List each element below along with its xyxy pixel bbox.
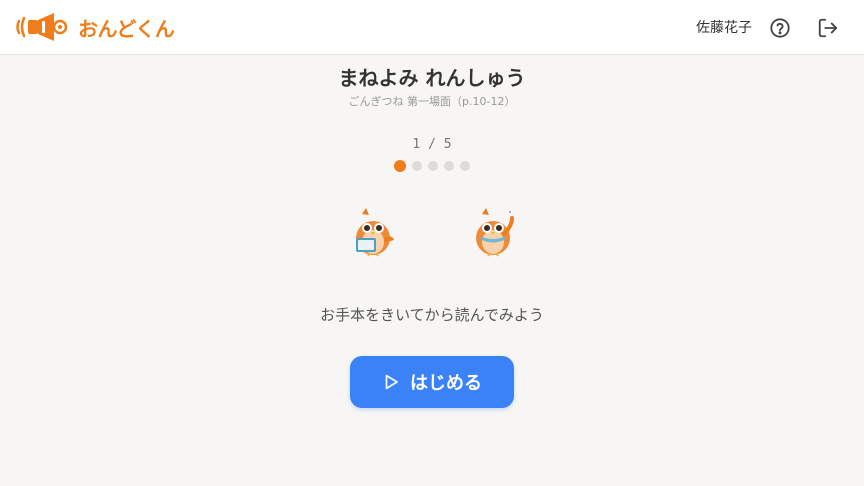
logo-text: おんどくん (78, 16, 175, 41)
speaker-logo-icon (16, 13, 68, 41)
logout-icon (818, 18, 838, 38)
progress-dot (460, 161, 470, 171)
progress-dot (412, 161, 422, 171)
reading-bird-mascot (356, 208, 394, 257)
start-button-label: はじめる (410, 373, 482, 394)
progress-dot (394, 160, 406, 172)
lesson-panel: まねよみ れんしゅう ごんぎつね 第一場面（p.10-12） 1 / 5 お手本… (0, 56, 864, 486)
listening-bird-mascot (476, 208, 514, 257)
progress-dot (428, 161, 438, 171)
progress-counter: 1 / 5 (412, 137, 452, 152)
instruction-text: お手本をきいてから読んでみよう (320, 306, 544, 324)
play-icon (382, 373, 400, 391)
lesson-subtitle: ごんぎつね 第一場面（p.10-12） (348, 95, 516, 108)
lesson-title: まねよみ れんしゅう (338, 66, 526, 90)
progress-dots (0, 160, 864, 172)
logout-button[interactable] (816, 16, 840, 40)
app-header: おんどくん 佐藤花子 (0, 0, 864, 55)
help-circle-icon (770, 18, 790, 38)
app-logo[interactable]: おんどくん (16, 11, 175, 43)
user-name: 佐藤花子 (696, 20, 752, 36)
start-button[interactable]: はじめる (350, 356, 514, 408)
progress-dot (444, 161, 454, 171)
help-button[interactable] (768, 16, 792, 40)
